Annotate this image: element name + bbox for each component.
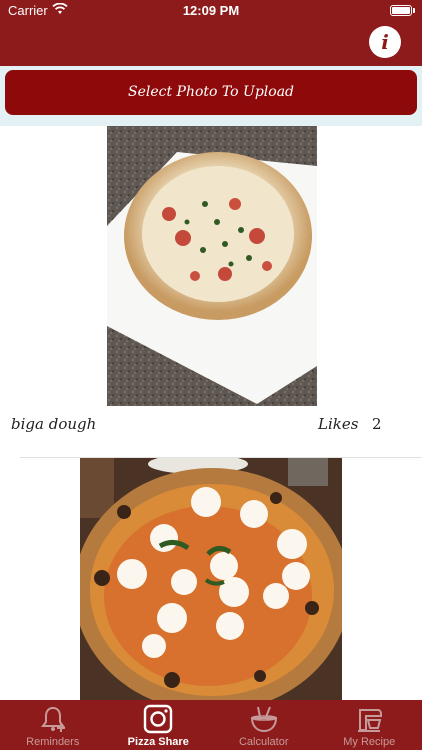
mixing-bowl-icon <box>249 704 279 734</box>
battery-icon <box>390 5 412 16</box>
status-bar: Carrier 12:09 PM <box>0 0 422 22</box>
post-caption: biga dough <box>11 415 97 433</box>
likes-label: Likes <box>318 415 359 433</box>
tab-bar: Reminders Pizza Share Calculator My Reci… <box>0 700 422 750</box>
tab-label: Calculator <box>238 736 289 748</box>
pizza-photo[interactable] <box>107 126 317 406</box>
clock: 12:09 PM <box>182 3 240 18</box>
post-card <box>0 458 422 700</box>
tab-calculator[interactable]: Calculator <box>211 700 317 750</box>
tab-my-recipe[interactable]: My Recipe <box>317 700 422 750</box>
tab-label: Pizza Share <box>127 736 189 748</box>
tab-pizza-share[interactable]: Pizza Share <box>106 700 212 750</box>
pizza-photo[interactable] <box>80 458 342 700</box>
tab-label: Reminders <box>26 736 80 748</box>
post-card: biga dough Likes 2 <box>0 126 422 458</box>
stand-mixer-icon <box>354 704 384 734</box>
bell-plus-icon <box>38 704 68 734</box>
select-photo-button[interactable]: Select Photo To Upload <box>5 70 417 115</box>
info-icon: i <box>381 30 389 54</box>
info-button[interactable]: i <box>369 26 401 58</box>
likes-count[interactable]: 2 <box>372 415 382 433</box>
photo-feed[interactable]: biga dough Likes 2 <box>0 126 422 700</box>
upload-strip: Select Photo To Upload <box>0 66 422 126</box>
tab-reminders[interactable]: Reminders <box>0 700 106 750</box>
camera-icon <box>143 704 173 734</box>
tab-label: My Recipe <box>343 736 396 748</box>
nav-bar: i <box>0 22 422 66</box>
battery-tip <box>413 8 415 13</box>
